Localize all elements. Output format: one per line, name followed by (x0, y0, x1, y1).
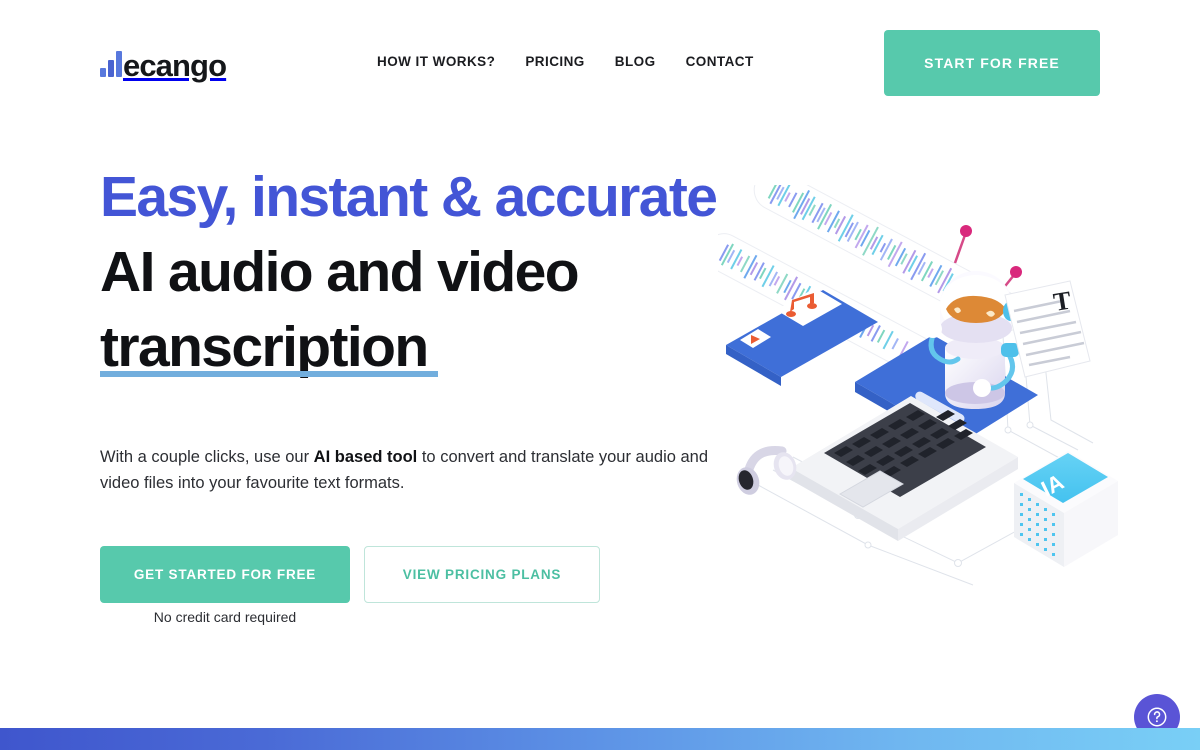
nav-item-how-it-works[interactable]: HOW IT WORKS? (377, 54, 495, 69)
subtitle-text-before: With a couple clicks, use our (100, 448, 314, 466)
headline-underline (100, 371, 438, 377)
hero-text-block: Easy, instant & accurate AI audio and vi… (100, 160, 740, 387)
no-credit-card-note: No credit card required (153, 609, 297, 625)
site-header: ecango HOW IT WORKS? PRICING BLOG CONTAC… (0, 0, 1200, 126)
footer-gradient-bar (0, 728, 1200, 750)
headline-line-1: Easy, instant & accurate (100, 165, 718, 229)
headphones (736, 445, 797, 495)
nav-item-contact[interactable]: CONTACT (686, 54, 754, 69)
headline-line-2: AI audio and video (100, 240, 580, 304)
hero-subtitle: With a couple clicks, use our AI based t… (100, 444, 740, 496)
ia-cube: IA (1014, 451, 1118, 567)
brand-name: ecango (123, 48, 227, 83)
landing-page: ecango HOW IT WORKS? PRICING BLOG CONTAC… (0, 0, 1200, 750)
text-document: T (1004, 280, 1091, 378)
hero-actions: GET STARTED FOR FREE VIEW PRICING PLANS (100, 546, 600, 603)
subtitle-emphasis: AI based tool (313, 448, 418, 466)
question-mark-circle-icon (1147, 707, 1167, 727)
nav-item-pricing[interactable]: PRICING (525, 54, 584, 69)
get-started-for-free-button[interactable]: GET STARTED FOR FREE (100, 546, 350, 603)
brand-logo[interactable]: ecango (100, 43, 227, 83)
ai-transcription-isometric-illustration: T IA (718, 185, 1118, 595)
start-for-free-button[interactable]: START FOR FREE (884, 30, 1100, 96)
view-pricing-plans-button[interactable]: VIEW PRICING PLANS (364, 546, 600, 603)
main-navigation: HOW IT WORKS? PRICING BLOG CONTACT (377, 54, 754, 69)
bar-chart-logo-icon (100, 51, 122, 81)
page-title: Easy, instant & accurate AI audio and vi… (100, 160, 740, 387)
nav-item-blog[interactable]: BLOG (615, 54, 656, 69)
